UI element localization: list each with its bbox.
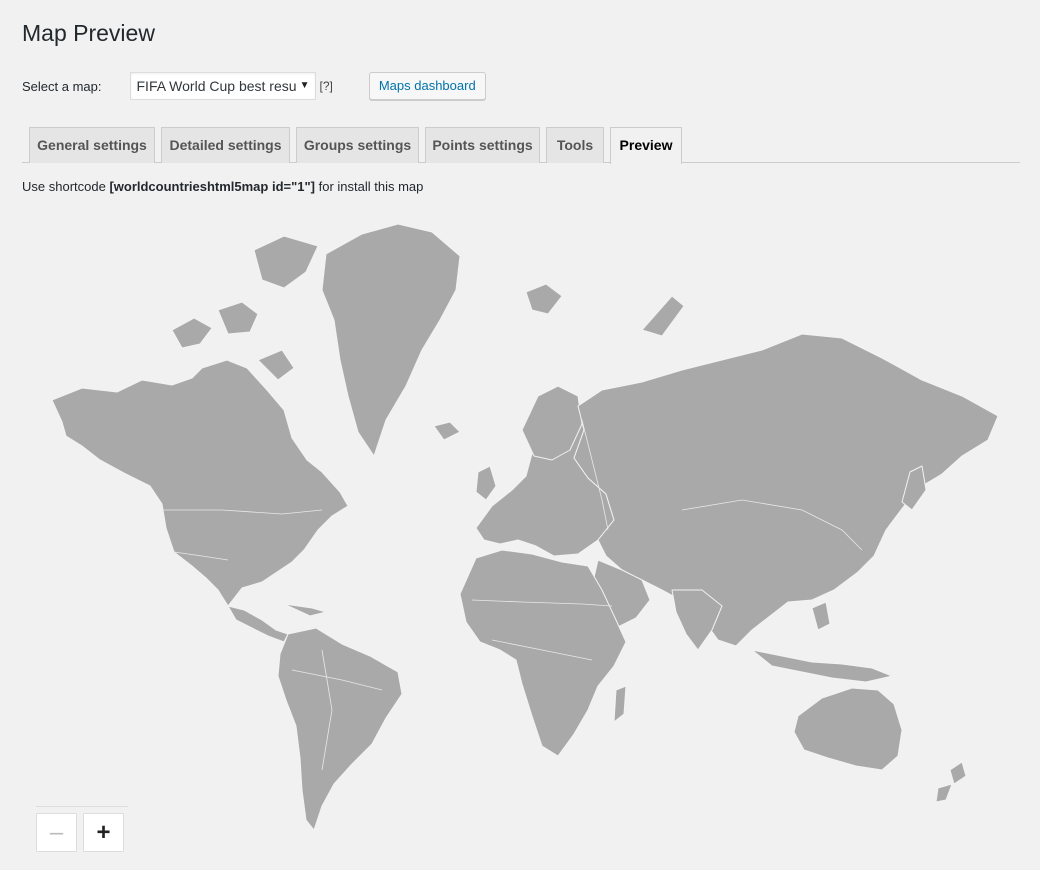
- region-madagascar[interactable]: [613, 685, 627, 723]
- region-caribbean[interactable]: [283, 603, 327, 617]
- region-arctic-islands[interactable]: [171, 317, 213, 349]
- world-map-svg[interactable]: [22, 210, 1020, 850]
- region-iceland[interactable]: [433, 421, 461, 441]
- tab-preview[interactable]: Preview: [610, 127, 682, 164]
- region-british-isles[interactable]: [475, 465, 497, 501]
- region-arctic-islands-4[interactable]: [257, 349, 295, 381]
- region-arctic-islands-2[interactable]: [217, 301, 259, 335]
- shortcode-prefix: Use shortcode: [22, 179, 110, 194]
- zoom-out-button[interactable]: –: [36, 813, 77, 852]
- region-australia[interactable]: [793, 687, 903, 771]
- region-new-zealand-south[interactable]: [935, 783, 953, 803]
- page: Map Preview Select a map: FIFA World Cup…: [0, 0, 1040, 870]
- tab-points-settings[interactable]: Points settings: [425, 127, 540, 163]
- tab-detailed-settings[interactable]: Detailed settings: [161, 127, 290, 163]
- region-novaya-zemlya[interactable]: [641, 295, 685, 337]
- map-select-dropdown[interactable]: FIFA World Cup best resu ▼: [129, 72, 316, 100]
- shortcode-code: [worldcountrieshtml5map id="1"]: [109, 179, 315, 194]
- region-south-america[interactable]: [277, 627, 403, 831]
- dropdown-arrow-icon: ▼: [299, 80, 310, 91]
- map-select-value: FIFA World Cup best resu: [136, 78, 297, 94]
- page-title: Map Preview: [22, 20, 155, 46]
- tab-groups-settings[interactable]: Groups settings: [296, 127, 419, 163]
- region-greenland[interactable]: [321, 223, 461, 457]
- world-map[interactable]: [22, 210, 1020, 850]
- region-philippines[interactable]: [811, 601, 831, 631]
- region-new-zealand[interactable]: [949, 761, 967, 785]
- zoom-in-button[interactable]: +: [83, 813, 124, 852]
- help-link[interactable]: [?]: [320, 79, 333, 93]
- shortcode-instructions: Use shortcode [worldcountrieshtml5map id…: [22, 179, 423, 194]
- region-central-america[interactable]: [227, 605, 289, 643]
- tab-general-settings[interactable]: General settings: [29, 127, 155, 163]
- settings-tabs: General settings Detailed settings Group…: [22, 127, 1020, 164]
- tab-tools[interactable]: Tools: [546, 127, 604, 163]
- zoom-controls: – +: [36, 806, 128, 852]
- map-select-row: Select a map: FIFA World Cup best resu ▼…: [22, 72, 486, 100]
- region-north-america[interactable]: [51, 359, 349, 607]
- select-map-label: Select a map:: [22, 78, 102, 94]
- shortcode-suffix: for install this map: [315, 179, 424, 194]
- region-arctic-islands-3[interactable]: [253, 235, 319, 289]
- region-svalbard[interactable]: [525, 283, 563, 315]
- maps-dashboard-button[interactable]: Maps dashboard: [368, 72, 486, 100]
- region-indonesia[interactable]: [751, 649, 893, 683]
